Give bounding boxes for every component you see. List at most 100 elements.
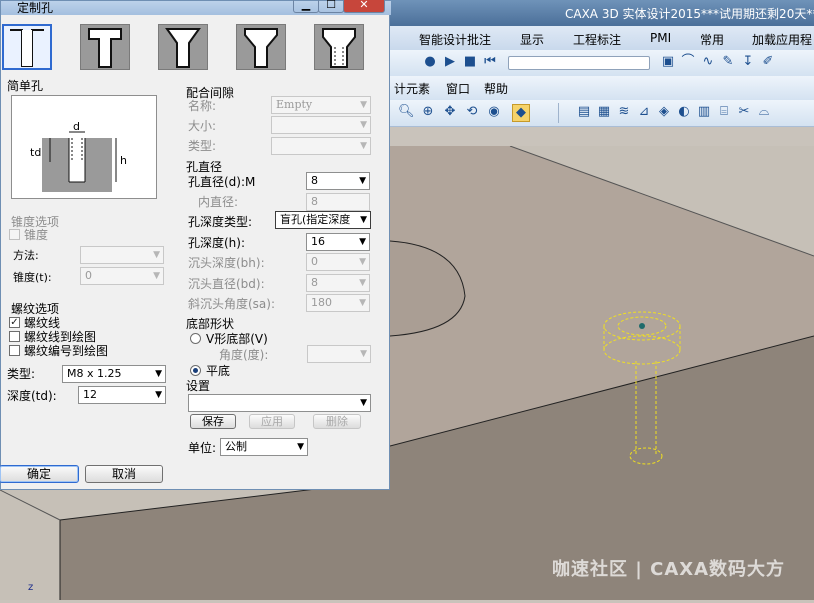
toolbar-separator: [558, 103, 559, 123]
surface-icon[interactable]: ⊿: [636, 104, 652, 120]
fit-name-select[interactable]: Empty ▼: [271, 96, 371, 114]
playback-toolbar: ● ▶ ■ ⏮ ▣ ⌒ ∿ ✎ ↧ ✐: [390, 50, 814, 77]
simple-hole-label: 简单孔: [7, 79, 44, 93]
axis-z-label: z: [28, 582, 34, 593]
fit-name-label: 名称:: [188, 99, 217, 113]
3d-viewport[interactable]: [390, 146, 814, 600]
paint-icon[interactable]: ▥: [696, 104, 712, 120]
apply-button[interactable]: 应用: [249, 414, 295, 429]
v-bottom-radio[interactable]: [190, 333, 201, 344]
thread-type-label: 类型:: [7, 367, 36, 381]
material-icon[interactable]: ◐: [676, 104, 692, 120]
menu-display[interactable]: 显示: [520, 31, 544, 48]
zoom-window-icon[interactable]: ⊕: [420, 104, 436, 120]
chart-icon[interactable]: ▤: [576, 104, 592, 120]
spline-icon[interactable]: ∿: [700, 54, 716, 70]
cube-icon[interactable]: ▦: [596, 104, 612, 120]
rotate-icon[interactable]: ⟲: [464, 104, 480, 120]
menu-smart-design[interactable]: 智能设计批注: [419, 31, 491, 48]
play-icon[interactable]: ▶: [442, 54, 458, 70]
taper-method-select[interactable]: ▼: [80, 246, 164, 264]
v-bottom-label: V形底部(V): [206, 332, 268, 346]
hole-type-countersink-bore[interactable]: [236, 24, 286, 70]
image-icon[interactable]: ▣: [660, 54, 676, 70]
hole-depth-type-select[interactable]: 盲孔(指定深度 ▼: [275, 211, 371, 229]
bottom-angle-select[interactable]: ▼: [307, 345, 371, 363]
menu-engineering[interactable]: 工程标注: [573, 31, 621, 48]
thread-to-drawing-checkbox[interactable]: [9, 331, 20, 342]
unit-select[interactable]: 公制 ▼: [220, 438, 308, 456]
rewind-icon[interactable]: ⏮: [482, 54, 498, 70]
sketch-icon[interactable]: ✎: [720, 54, 736, 70]
shaded-view-icon[interactable]: ◆: [512, 104, 530, 122]
hole-type-countersink[interactable]: [158, 24, 208, 70]
sink-dia-select[interactable]: 8 ▼: [306, 274, 370, 292]
thread-type-select[interactable]: M8 x 1.25 ▼: [62, 365, 166, 383]
hole-type-simple[interactable]: [2, 24, 52, 70]
hole-dia-select[interactable]: 8 ▼: [306, 172, 370, 190]
menu-window[interactable]: 窗口: [446, 80, 470, 97]
curve-icon[interactable]: ⌒: [680, 54, 696, 70]
thread-line-checkbox[interactable]: ✓: [9, 317, 20, 328]
menu-common[interactable]: 常用: [700, 31, 724, 48]
wave-icon[interactable]: ≋: [616, 104, 632, 120]
zoom-icon[interactable]: 🔍︎: [398, 104, 415, 120]
taper-value-label: 锥度(t):: [13, 271, 52, 284]
thread-number-checkbox[interactable]: [9, 345, 20, 356]
viewport-left-area: [0, 479, 391, 600]
pan-icon[interactable]: ✥: [442, 104, 458, 120]
hole-dia-label: 孔直径(d):M: [188, 175, 256, 189]
preview-label-h: h: [120, 154, 127, 167]
settings-select[interactable]: ▼: [188, 394, 371, 412]
save-button[interactable]: 保存: [190, 414, 236, 429]
inner-dia-label: 内直径:: [198, 195, 239, 209]
hole-type-threaded[interactable]: [314, 24, 364, 70]
ok-button[interactable]: 确定: [0, 465, 79, 483]
custom-hole-dialog: 定制孔 ▁ ☐ ✕ 简单孔 d td h 锥度选项 锥度 方法: ▼ 锥度(t)…: [0, 0, 391, 490]
menu-bar-2: 计元素 窗口 帮助: [390, 76, 814, 101]
slant-angle-select[interactable]: 180 ▼: [306, 294, 370, 312]
menu-help[interactable]: 帮助: [484, 80, 508, 97]
orbit-icon[interactable]: ◉: [486, 104, 502, 120]
timeline-slider[interactable]: [508, 56, 650, 70]
edit-icon[interactable]: ✐: [760, 54, 776, 70]
scissors-icon[interactable]: ✂: [736, 104, 752, 120]
taper-value-select[interactable]: 0 ▼: [80, 267, 164, 285]
measure-icon[interactable]: ⌸: [716, 104, 732, 120]
close-icon[interactable]: ✕: [343, 0, 385, 13]
hole-depth-select[interactable]: 16 ▼: [306, 233, 370, 251]
diamond-icon[interactable]: ◈: [656, 104, 672, 120]
menu-load-app[interactable]: 加载应用程: [752, 31, 812, 48]
hole-type-counterbore[interactable]: [80, 24, 130, 70]
dimension-icon[interactable]: ↧: [740, 54, 756, 70]
fit-type-label: 类型:: [188, 139, 217, 153]
fit-size-select[interactable]: ▼: [271, 116, 371, 134]
sink-depth-select[interactable]: 0 ▼: [306, 253, 370, 271]
preview-label-d: d: [73, 120, 80, 133]
watermark: 咖速社区 | CAXA数码大方: [552, 559, 786, 580]
hole-anchor-point[interactable]: [639, 323, 645, 329]
inner-dia-field[interactable]: 8: [306, 193, 370, 211]
taper-checkbox[interactable]: [9, 229, 20, 240]
thread-depth-select[interactable]: 12 ▼: [78, 386, 166, 404]
app-title-bar: CAXA 3D 实体设计2015***试用期还剩20天***: [390, 0, 814, 26]
menu-pmi[interactable]: PMI: [650, 31, 671, 45]
settings-header: 设置: [186, 379, 211, 393]
hole-depth-label: 孔深度(h):: [188, 236, 246, 250]
dialog-titlebar: 定制孔 ▁ ☐ ✕: [1, 0, 391, 15]
maximize-icon[interactable]: ☐: [318, 0, 344, 13]
record-icon[interactable]: ●: [422, 54, 438, 70]
menu-design-elements[interactable]: 计元素: [394, 80, 430, 97]
fit-type-select[interactable]: ▼: [271, 137, 371, 155]
delete-button[interactable]: 删除: [313, 414, 361, 429]
arc-icon[interactable]: ⌓: [756, 104, 772, 120]
preview-label-td: td: [30, 146, 42, 159]
cancel-button[interactable]: 取消: [85, 465, 163, 483]
unit-label: 单位:: [188, 441, 217, 455]
flat-bottom-radio[interactable]: [190, 365, 201, 376]
minimize-icon[interactable]: ▁: [293, 0, 319, 13]
fit-size-label: 大小:: [188, 119, 217, 133]
stop-icon[interactable]: ■: [462, 54, 478, 70]
app-title: CAXA 3D 实体设计2015***试用期还剩20天***: [565, 7, 814, 21]
hole-depth-type-label: 孔深度类型:: [188, 215, 253, 229]
